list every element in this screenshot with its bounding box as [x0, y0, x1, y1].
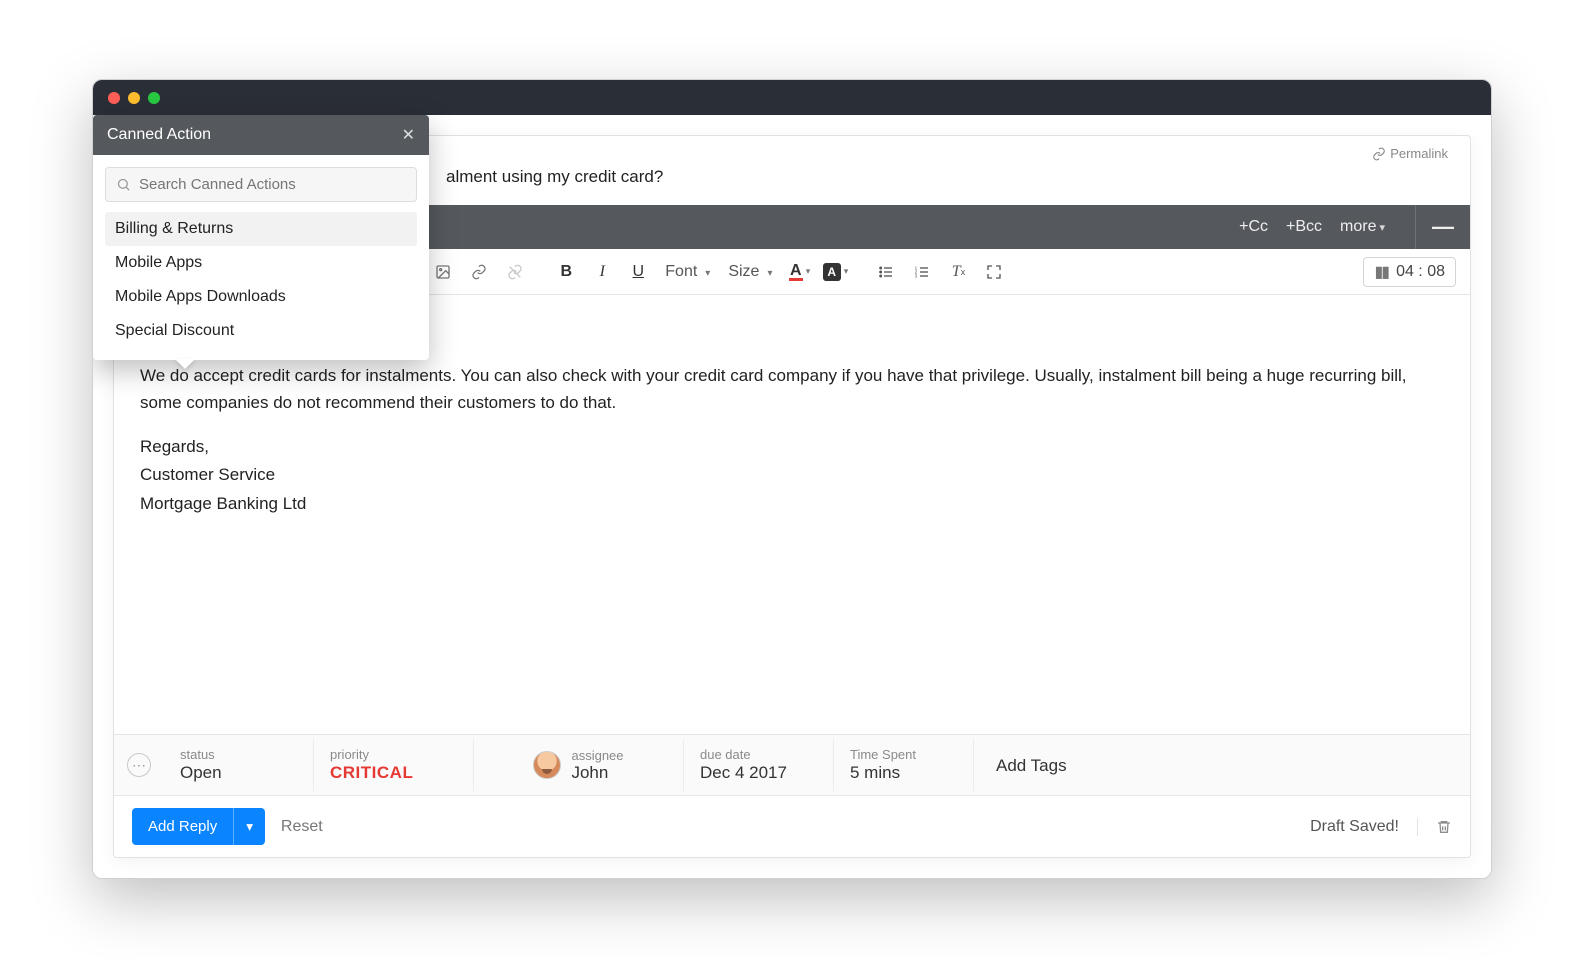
more-recipients-dropdown[interactable]: more: [1340, 218, 1385, 236]
popover-title: Canned Action: [107, 126, 211, 144]
avatar: [533, 751, 561, 779]
traffic-light-minimize[interactable]: [128, 92, 140, 104]
underline-button[interactable]: U: [621, 255, 655, 289]
bullet-list-button[interactable]: [869, 255, 903, 289]
link-icon: [1372, 147, 1386, 161]
chevron-down-icon: [705, 263, 710, 281]
permalink-link[interactable]: Permalink: [1372, 146, 1448, 161]
timer-widget[interactable]: ▮▮ 04 : 08: [1363, 257, 1456, 287]
body-paragraph: We do accept credit cards for instalment…: [140, 363, 1444, 416]
traffic-light-maximize[interactable]: [148, 92, 160, 104]
image-icon[interactable]: [426, 255, 460, 289]
permalink-label: Permalink: [1390, 146, 1448, 161]
traffic-light-close[interactable]: [108, 92, 120, 104]
add-tags-label: Add Tags: [996, 756, 1454, 776]
due-date-cell[interactable]: due date Dec 4 2017: [684, 739, 834, 791]
pause-icon: ▮▮: [1374, 262, 1388, 282]
canned-action-item[interactable]: Mobile Apps Downloads: [105, 280, 417, 314]
add-cc-button[interactable]: +Cc: [1239, 218, 1268, 236]
add-reply-dropdown[interactable]: ▾: [233, 808, 265, 845]
highlight-color-button[interactable]: A ▾: [818, 255, 852, 289]
content-area: Permalink alment using my credit card? +…: [93, 115, 1491, 878]
canned-action-item[interactable]: Mobile Apps: [105, 246, 417, 280]
time-spent-cell[interactable]: Time Spent 5 mins: [834, 739, 974, 791]
numbered-list-button[interactable]: 123: [905, 255, 939, 289]
canned-action-item[interactable]: Billing & Returns: [105, 212, 417, 246]
app-window: Permalink alment using my credit card? +…: [92, 79, 1492, 879]
assignee-cell[interactable]: assignee John: [474, 740, 684, 791]
canned-action-item[interactable]: Special Discount: [105, 314, 417, 348]
regards-line: Regards,: [140, 434, 1444, 460]
reset-button[interactable]: Reset: [281, 818, 323, 836]
minimize-compose-button[interactable]: —: [1415, 205, 1470, 249]
fullscreen-button[interactable]: [977, 255, 1011, 289]
canned-action-list: Billing & Returns Mobile Apps Mobile App…: [105, 212, 417, 348]
text-color-button[interactable]: A ▾: [782, 255, 816, 289]
status-cell[interactable]: status Open: [164, 739, 314, 791]
editor-body[interactable]: Dear Jack, We do accept credit cards for…: [114, 295, 1470, 734]
unlink-icon[interactable]: [498, 255, 532, 289]
signoff-2: Mortgage Banking Ltd: [140, 491, 1444, 517]
search-input[interactable]: [139, 176, 406, 193]
add-reply-button[interactable]: Add Reply: [132, 808, 233, 845]
mac-titlebar: [93, 80, 1491, 115]
signoff-1: Customer Service: [140, 462, 1444, 488]
search-canned-actions[interactable]: [105, 167, 417, 202]
italic-button[interactable]: I: [585, 255, 619, 289]
delete-draft-button[interactable]: [1417, 818, 1452, 836]
add-bcc-button[interactable]: +Bcc: [1286, 218, 1322, 236]
clear-format-button[interactable]: Tx: [941, 255, 975, 289]
font-family-dropdown[interactable]: Font: [657, 263, 718, 281]
timer-value: 04 : 08: [1396, 263, 1445, 281]
meta-row: ⋯ status Open priority CRITICAL assignee…: [114, 734, 1470, 796]
popover-header: Canned Action ✕: [93, 115, 429, 155]
priority-cell[interactable]: priority CRITICAL: [314, 739, 474, 791]
draft-saved-label: Draft Saved!: [1310, 818, 1399, 836]
tags-cell[interactable]: Add Tags: [974, 747, 1470, 784]
bold-button[interactable]: B: [549, 255, 583, 289]
font-size-dropdown[interactable]: Size: [720, 263, 780, 281]
canned-action-popover: Canned Action ✕ Billing & Returns Mobile…: [93, 115, 429, 360]
action-row: Add Reply ▾ Reset Draft Saved!: [114, 796, 1470, 857]
search-icon: [116, 177, 131, 192]
chevron-down-icon: [767, 263, 772, 281]
more-meta-button[interactable]: ⋯: [114, 753, 164, 777]
link-icon-toolbar[interactable]: [462, 255, 496, 289]
svg-text:3: 3: [915, 273, 918, 278]
close-icon[interactable]: ✕: [402, 125, 415, 145]
